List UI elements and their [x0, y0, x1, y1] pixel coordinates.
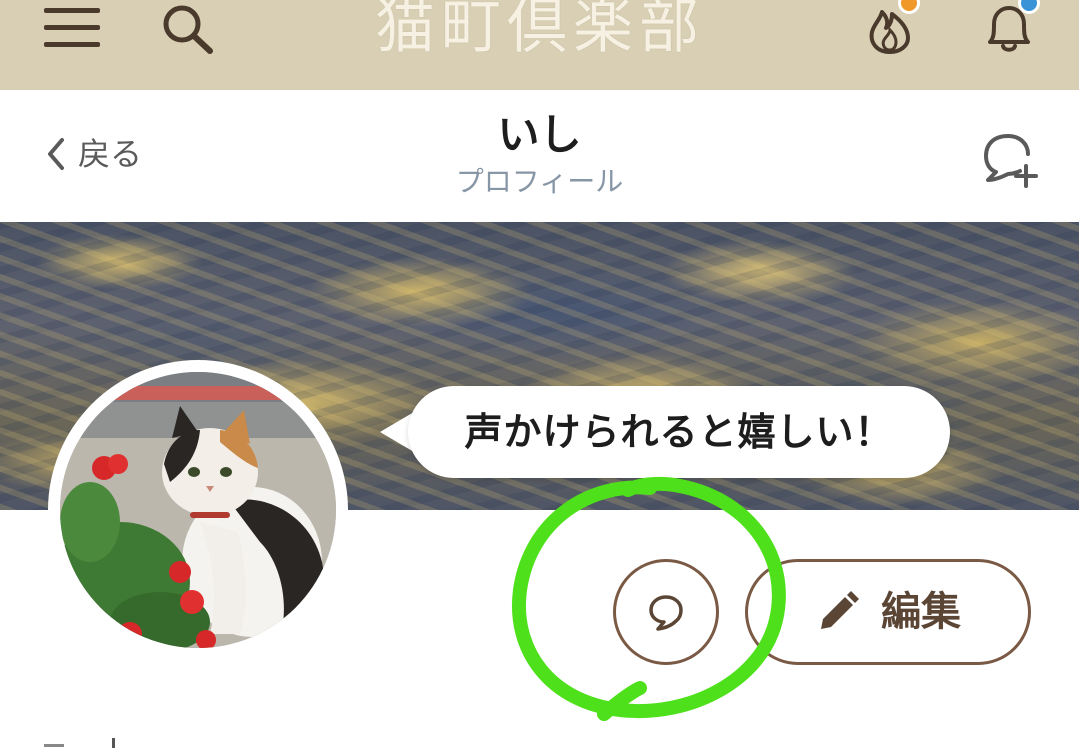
- search-icon[interactable]: [160, 4, 214, 54]
- status-message: 声かけられると嬉しい！: [464, 410, 894, 454]
- status-bubble: 声かけられると嬉しい！: [408, 386, 950, 478]
- app-logo[interactable]: 猫町倶楽部: [330, 0, 750, 62]
- cropped-content-fragment: [44, 738, 115, 748]
- avatar-photo: [60, 372, 336, 648]
- profile-header: 戻る いし プロフィール: [0, 90, 1079, 222]
- page-title: いし: [497, 110, 582, 159]
- top-app-bar: 猫町倶楽部: [0, 0, 1079, 90]
- speech-bubble-icon: [649, 595, 683, 631]
- page-subtitle: プロフィール: [455, 165, 624, 198]
- cat-illustration: [60, 372, 336, 648]
- avatar[interactable]: [48, 360, 348, 660]
- menu-icon[interactable]: [44, 8, 100, 48]
- edit-profile-button[interactable]: 編集: [745, 559, 1031, 665]
- add-chat-icon[interactable]: [978, 130, 1042, 190]
- chat-button[interactable]: [613, 559, 719, 665]
- pencil-icon: [821, 591, 859, 629]
- edit-label: 編集: [881, 589, 961, 635]
